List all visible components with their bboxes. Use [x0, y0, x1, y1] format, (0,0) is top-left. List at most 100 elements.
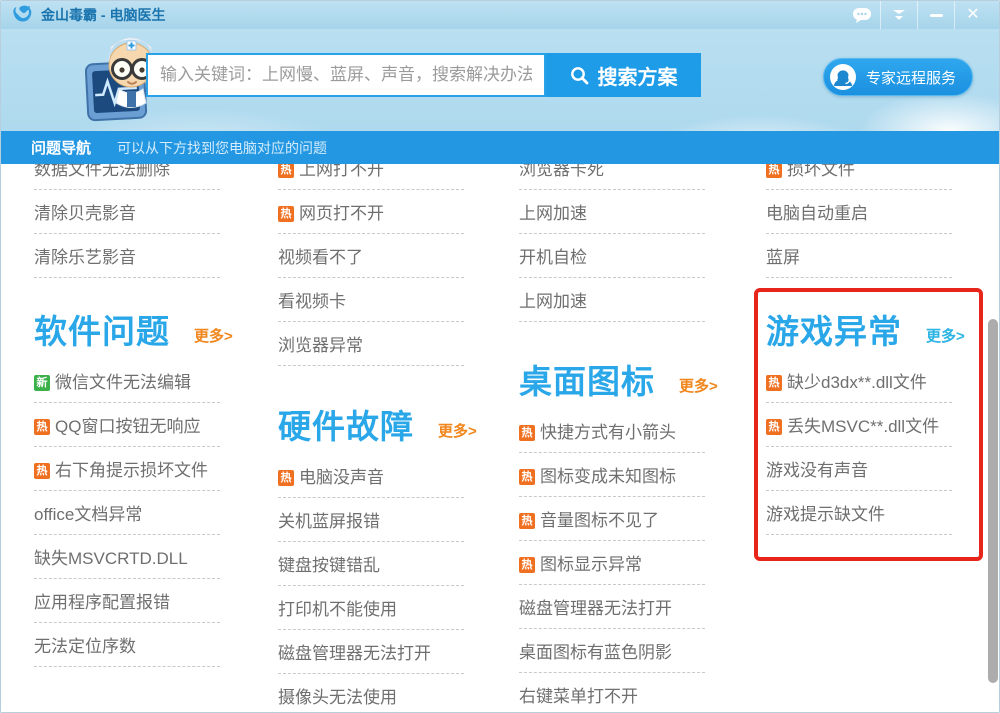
minimize-button[interactable] — [918, 1, 954, 29]
problem-item[interactable]: 摄像头无法使用 — [278, 688, 477, 713]
problem-item-label: 关机蓝屏报错 — [278, 512, 380, 531]
problem-item-label: 键盘按键错乱 — [278, 556, 380, 575]
problem-item-label: office文档异常 — [34, 505, 142, 524]
hot-badge: 热 — [766, 419, 782, 435]
problem-item[interactable]: 热上网打不开 — [278, 160, 477, 204]
problem-item[interactable]: 新微信文件无法编辑 — [34, 373, 233, 417]
search-input[interactable] — [146, 53, 546, 97]
problem-item[interactable]: 热网页打不开 — [278, 204, 477, 248]
problem-item[interactable]: 看视频卡 — [278, 292, 477, 336]
problem-item-label: 应用程序配置报错 — [34, 593, 170, 612]
problem-item[interactable]: 热图标显示异常 — [519, 555, 718, 599]
problem-item-label: 音量图标不见了 — [540, 511, 659, 530]
feedback-button[interactable] — [844, 1, 880, 29]
problem-item-label: 右键菜单打不开 — [519, 687, 638, 706]
problem-item[interactable]: 数据文件无法删除 — [34, 160, 233, 204]
problem-item-label: 清除贝壳影音 — [34, 204, 136, 223]
hot-badge: 热 — [278, 162, 294, 178]
problem-item-label: 电脑自动重启 — [766, 204, 868, 223]
problem-item[interactable]: 键盘按键错乱 — [278, 556, 477, 600]
problem-item-label: 开机自检 — [519, 248, 587, 267]
app-window: 数据文件无法删除清除贝壳影音清除乐艺影音软件问题更多>新微信文件无法编辑热QQ窗… — [0, 0, 1000, 713]
problem-item[interactable]: 热右下角提示损坏文件 — [34, 461, 233, 505]
problem-item[interactable]: 磁盘管理器无法打开 — [519, 599, 718, 643]
more-link[interactable]: 更多> — [194, 325, 233, 353]
problem-column-hardware: 热上网打不开热网页打不开视频看不了看视频卡浏览器异常硬件故障更多>热电脑没声音关… — [278, 160, 477, 713]
problem-item-label: 微信文件无法编辑 — [55, 373, 191, 392]
problem-item[interactable]: 热QQ窗口按钮无响应 — [34, 417, 233, 461]
problem-item-label: 蓝屏 — [766, 248, 800, 267]
hot-badge: 热 — [766, 162, 782, 178]
problem-item[interactable]: 打印机不能使用 — [278, 600, 477, 644]
problem-item[interactable]: 上网加速 — [519, 204, 718, 248]
problem-item[interactable]: 游戏提示缺文件 — [766, 505, 965, 549]
problem-item[interactable]: 磁盘管理器无法打开 — [278, 644, 477, 688]
hot-badge: 热 — [519, 557, 535, 573]
dropdown-icon — [891, 9, 907, 21]
problem-item-label: 图标变成未知图标 — [540, 467, 676, 486]
problem-item[interactable]: 视频看不了 — [278, 248, 477, 292]
header: 搜索方案 专家远程服务 — [1, 29, 999, 131]
problem-item-label: 桌面图标有蓝色阴影 — [519, 643, 672, 662]
expert-remote-service-button[interactable]: 专家远程服务 — [823, 58, 973, 96]
problem-item[interactable]: 关机蓝屏报错 — [278, 512, 477, 556]
hot-badge: 热 — [519, 513, 535, 529]
search-icon — [570, 66, 589, 85]
problem-item-label: 清除乐艺影音 — [34, 248, 136, 267]
minimize-icon — [930, 14, 943, 17]
problem-item[interactable]: 浏览器卡死 — [519, 160, 718, 204]
nav-subtitle: 可以从下方找到您电脑对应的问题 — [117, 138, 327, 158]
problem-column-games: 热损坏文件电脑自动重启蓝屏游戏异常更多>热缺少d3dx**.dll文件热丢失MS… — [766, 160, 965, 549]
problem-item[interactable]: 热电脑没声音 — [278, 468, 477, 512]
problem-item-label: 无法定位序数 — [34, 637, 136, 656]
vertical-scrollbar-thumb[interactable] — [988, 319, 998, 683]
problem-item[interactable]: 右键菜单打不开 — [519, 687, 718, 713]
problem-item[interactable]: 桌面图标有蓝色阴影 — [519, 643, 718, 687]
problem-column-software: 数据文件无法删除清除贝壳影音清除乐艺影音软件问题更多>新微信文件无法编辑热QQ窗… — [34, 160, 233, 681]
search-button[interactable]: 搜索方案 — [546, 53, 701, 97]
problem-item-label: 游戏没有声音 — [766, 461, 868, 480]
problem-item-label: 视频看不了 — [278, 248, 363, 267]
problem-item[interactable]: 电脑自动重启 — [766, 204, 965, 248]
window-title: 金山毒霸 - 电脑医生 — [41, 5, 165, 25]
problem-item-label: 浏览器异常 — [278, 336, 363, 355]
problem-item[interactable]: 热快捷方式有小箭头 — [519, 423, 718, 467]
problem-item-label: 上网加速 — [519, 292, 587, 311]
problem-item-label: 丢失MSVC**.dll文件 — [787, 417, 939, 436]
problem-item-label: 磁盘管理器无法打开 — [278, 644, 431, 663]
problem-item-label: 打印机不能使用 — [278, 600, 397, 619]
problem-item-label: 快捷方式有小箭头 — [540, 423, 676, 442]
problem-item[interactable]: 热丢失MSVC**.dll文件 — [766, 417, 965, 461]
more-link[interactable]: 更多> — [438, 420, 477, 448]
problem-item-label: 磁盘管理器无法打开 — [519, 599, 672, 618]
problem-item[interactable]: 热损坏文件 — [766, 160, 965, 204]
problem-item[interactable]: 热图标变成未知图标 — [519, 467, 718, 511]
problem-item[interactable]: 开机自检 — [519, 248, 718, 292]
problem-item-label: 缺失MSVCRTD.DLL — [34, 549, 188, 568]
problem-item[interactable]: 浏览器异常 — [278, 336, 477, 380]
close-button[interactable]: ✕ — [955, 1, 991, 29]
problem-item[interactable]: 热音量图标不见了 — [519, 511, 718, 555]
problem-item[interactable]: 无法定位序数 — [34, 637, 233, 681]
problem-item[interactable]: office文档异常 — [34, 505, 233, 549]
more-link[interactable]: 更多> — [926, 325, 965, 353]
problem-item[interactable]: 缺失MSVCRTD.DLL — [34, 549, 233, 593]
section-header: 游戏异常更多> — [766, 311, 965, 353]
nav-title: 问题导航 — [31, 137, 91, 158]
problem-item[interactable]: 蓝屏 — [766, 248, 965, 292]
problem-item[interactable]: 热缺少d3dx**.dll文件 — [766, 373, 965, 417]
problem-item[interactable]: 上网加速 — [519, 292, 718, 336]
problem-item[interactable]: 清除乐艺影音 — [34, 248, 233, 292]
problem-item-label: 图标显示异常 — [540, 555, 642, 574]
new-badge: 新 — [34, 375, 50, 391]
problem-item-label: 右下角提示损坏文件 — [55, 461, 208, 480]
problem-item[interactable]: 清除贝壳影音 — [34, 204, 233, 248]
more-link[interactable]: 更多> — [679, 375, 718, 403]
section-header: 桌面图标更多> — [519, 361, 718, 403]
hot-badge: 热 — [519, 425, 535, 441]
main-menu-button[interactable] — [881, 1, 917, 29]
problem-item[interactable]: 应用程序配置报错 — [34, 593, 233, 637]
hot-badge: 热 — [766, 375, 782, 391]
problem-item[interactable]: 游戏没有声音 — [766, 461, 965, 505]
problem-column-desktop-icons: 浏览器卡死上网加速开机自检上网加速桌面图标更多>热快捷方式有小箭头热图标变成未知… — [519, 160, 718, 713]
